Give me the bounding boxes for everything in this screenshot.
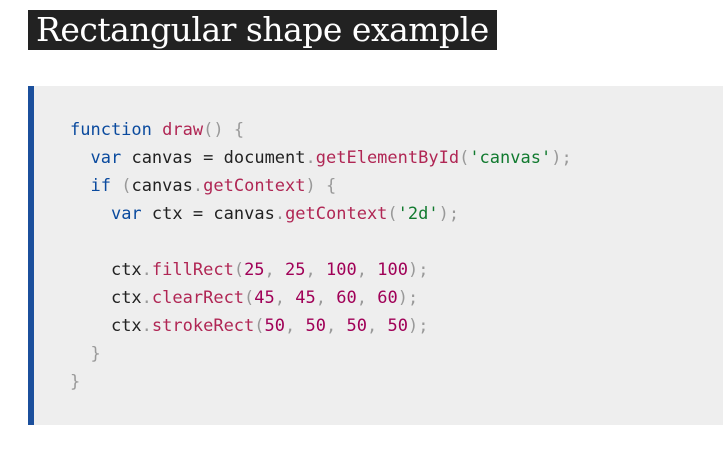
code-line: } <box>90 344 101 364</box>
code-line: var ctx = canvas.getContext('2d'); <box>110 204 460 224</box>
section-heading: Rectangular shape example <box>36 9 489 49</box>
code-line: ctx.fillRect(25, 25, 100, 100); <box>110 260 429 280</box>
code-content: function draw() { var canvas = document.… <box>70 120 572 392</box>
code-line: var canvas = document.getElementById('ca… <box>90 148 572 168</box>
heading-banner: Rectangular shape example <box>28 10 497 50</box>
code-line: ctx.strokeRect(50, 50, 50, 50); <box>110 316 429 336</box>
code-line: function draw() { <box>70 120 245 140</box>
code-block: function draw() { var canvas = document.… <box>28 86 723 425</box>
code-listing: function draw() { var canvas = document.… <box>70 116 723 396</box>
code-line: } <box>70 372 81 392</box>
code-line: ctx.clearRect(45, 45, 60, 60); <box>110 288 419 308</box>
code-line: if (canvas.getContext) { <box>90 176 337 196</box>
